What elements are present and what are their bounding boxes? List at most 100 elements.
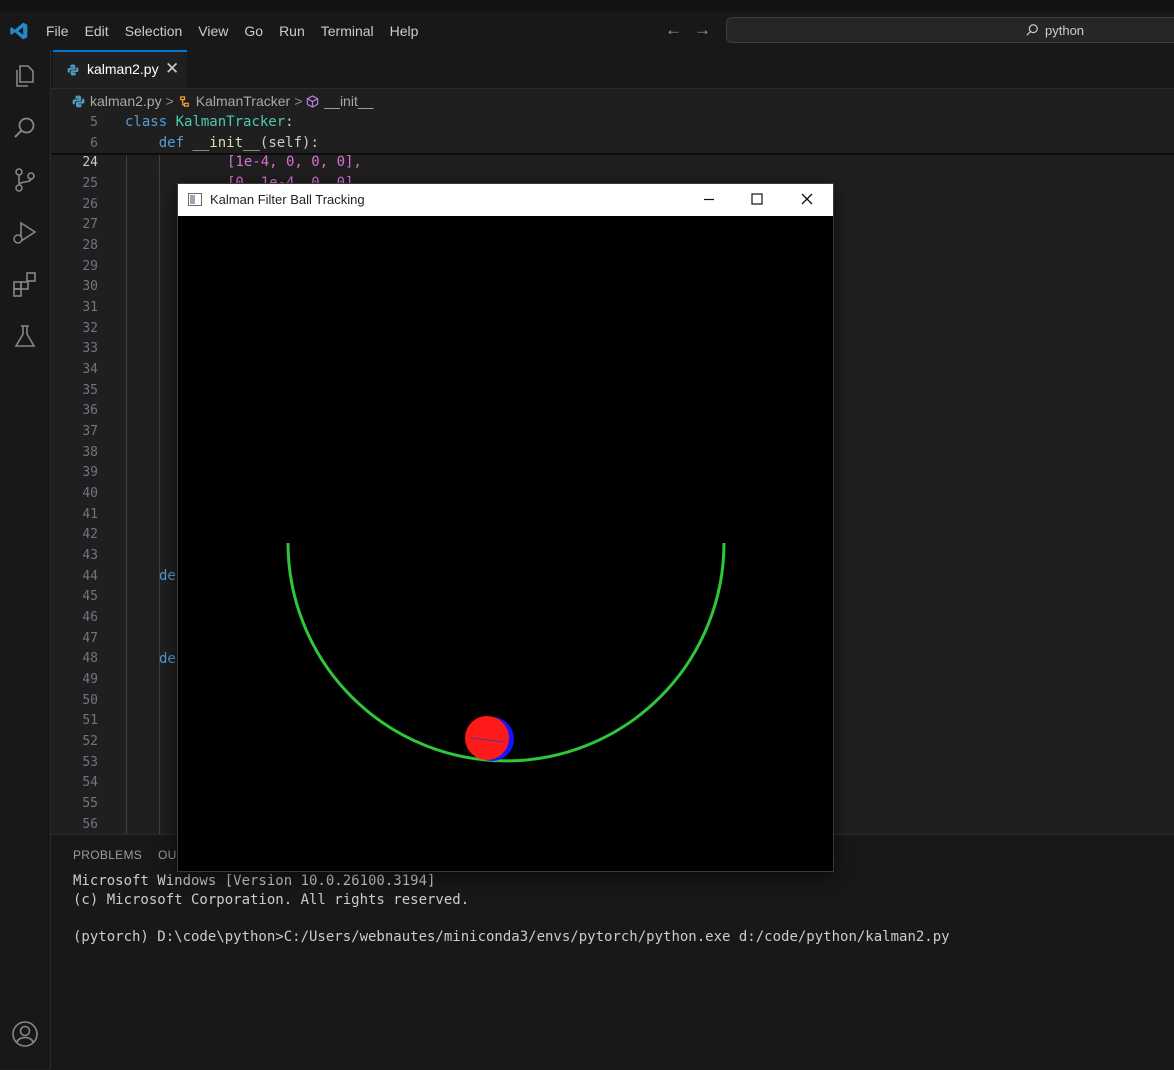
terminal-line: (c) Microsoft Corporation. All rights re…	[73, 892, 470, 908]
method-symbol-icon	[307, 94, 319, 108]
indent-guide	[159, 155, 160, 834]
terminal-line: Microsoft Windows [Version 10.0.26100.31…	[73, 873, 436, 889]
line-number: 34	[82, 362, 98, 377]
menu-bar: File Edit Selection View Go Run Terminal…	[46, 12, 434, 50]
run-debug-icon[interactable]	[11, 218, 39, 246]
line-number: 51	[82, 713, 98, 728]
terminal-command-line[interactable]: (pytorch) D:\code\python>C:/Users/webnau…	[73, 929, 950, 945]
breadcrumb-separator: >	[294, 93, 303, 109]
code-punct: :	[285, 114, 294, 130]
line-number: 41	[82, 507, 98, 522]
line-number: 35	[82, 383, 98, 398]
line-number: 32	[82, 321, 98, 336]
code-line-25[interactable]: [0, 1e-4, 0, 0]	[227, 175, 353, 183]
sticky-def-line[interactable]: def __init__(self):	[125, 135, 319, 151]
line-number: 31	[82, 300, 98, 315]
cv-window-title: Kalman Filter Ball Tracking	[210, 192, 365, 207]
search-icon[interactable]	[11, 114, 39, 142]
cv-window-title-bar[interactable]: Kalman Filter Ball Tracking	[178, 184, 833, 216]
command-center-text: python	[1045, 23, 1085, 38]
breadcrumb: kalman2.py > KalmanTracker > __init__	[72, 91, 373, 111]
breadcrumb-file[interactable]: kalman2.py	[90, 93, 162, 109]
line-number: 53	[82, 755, 98, 770]
line-number: 56	[82, 817, 98, 832]
menu-selection[interactable]: Selection	[125, 23, 183, 39]
line-number: 50	[82, 693, 98, 708]
menu-run[interactable]: Run	[279, 23, 305, 39]
tracking-canvas	[178, 216, 833, 871]
code-function-name: __init__	[192, 135, 260, 151]
menu-view[interactable]: View	[198, 23, 228, 39]
menu-help[interactable]: Help	[390, 23, 419, 39]
tab-kalman2-py[interactable]: kalman2.py ✕	[53, 50, 187, 88]
window-app-icon	[188, 193, 202, 206]
line-number: 46	[82, 610, 98, 625]
vscode-logo-icon	[10, 22, 28, 40]
code-line-48[interactable]: de	[159, 651, 176, 667]
code-keyword: def	[158, 135, 185, 151]
line-number: 38	[82, 445, 98, 460]
tab-problems[interactable]: PROBLEMS	[73, 848, 142, 862]
extensions-icon[interactable]	[11, 270, 39, 298]
line-number: 24	[82, 155, 98, 170]
line-number: 44	[82, 569, 98, 584]
sticky-scroll-border	[51, 153, 1174, 155]
activity-bar	[0, 50, 51, 1069]
code-line-44[interactable]: de	[159, 568, 176, 584]
back-arrow-icon[interactable]: ←	[665, 20, 682, 40]
editor-tabs: kalman2.py ✕	[51, 50, 1174, 89]
line-number: 43	[82, 548, 98, 563]
line-number: 33	[82, 341, 98, 356]
line-number: 36	[82, 403, 98, 418]
line-number: 48	[82, 651, 98, 666]
source-control-icon[interactable]	[11, 166, 39, 194]
sticky-class-line[interactable]: class KalmanTracker:	[125, 114, 294, 130]
testing-flask-icon[interactable]	[11, 322, 39, 350]
line-number: 28	[82, 238, 98, 253]
code-text: [0, 1e-4, 0, 0]	[227, 175, 354, 183]
sticky-line-number: 6	[90, 136, 98, 151]
code-keyword: class	[125, 114, 168, 130]
class-symbol-icon	[179, 95, 189, 107]
code-text: [1e-4, 0, 0, 0],	[227, 154, 362, 170]
python-file-icon	[67, 64, 79, 76]
tab-close-icon[interactable]: ✕	[165, 59, 179, 79]
breadcrumb-class[interactable]: KalmanTracker	[196, 93, 290, 109]
minimize-icon[interactable]	[685, 184, 733, 216]
code-punct: (self):	[259, 135, 319, 151]
explorer-icon[interactable]	[11, 62, 39, 90]
line-number: 29	[82, 259, 98, 274]
menu-edit[interactable]: Edit	[85, 23, 109, 39]
line-number: 42	[82, 527, 98, 542]
line-number: 40	[82, 486, 98, 501]
breadcrumb-separator: >	[165, 93, 174, 109]
sticky-line-number: 5	[90, 115, 98, 130]
tracking-scene	[286, 542, 726, 763]
line-number: 39	[82, 465, 98, 480]
tab-label: kalman2.py	[87, 61, 159, 77]
window-top-strip	[0, 0, 1174, 12]
title-bar: File Edit Selection View Go Run Terminal…	[0, 12, 1174, 50]
code-class-name: KalmanTracker	[175, 114, 286, 130]
breadcrumb-method[interactable]: __init__	[324, 93, 373, 109]
python-file-icon	[72, 95, 85, 107]
line-number: 52	[82, 734, 98, 749]
code-line-24[interactable]: [1e-4, 0, 0, 0],	[227, 154, 362, 170]
indent-guide	[126, 155, 127, 834]
line-number: 45	[82, 589, 98, 604]
menu-go[interactable]: Go	[244, 23, 263, 39]
line-number: 37	[82, 424, 98, 439]
line-number: 26	[82, 197, 98, 212]
command-center-search[interactable]: python	[726, 17, 1174, 43]
account-icon[interactable]	[11, 1020, 39, 1048]
line-number: 55	[82, 796, 98, 811]
line-number: 27	[82, 217, 98, 232]
maximize-icon[interactable]	[733, 184, 781, 216]
menu-file[interactable]: File	[46, 23, 69, 39]
line-number: 47	[82, 631, 98, 646]
line-number: 49	[82, 672, 98, 687]
menu-terminal[interactable]: Terminal	[321, 23, 374, 39]
kalman-filter-window[interactable]: Kalman Filter Ball Tracking	[177, 183, 834, 872]
forward-arrow-icon[interactable]: →	[694, 20, 711, 40]
close-icon[interactable]	[783, 184, 831, 216]
